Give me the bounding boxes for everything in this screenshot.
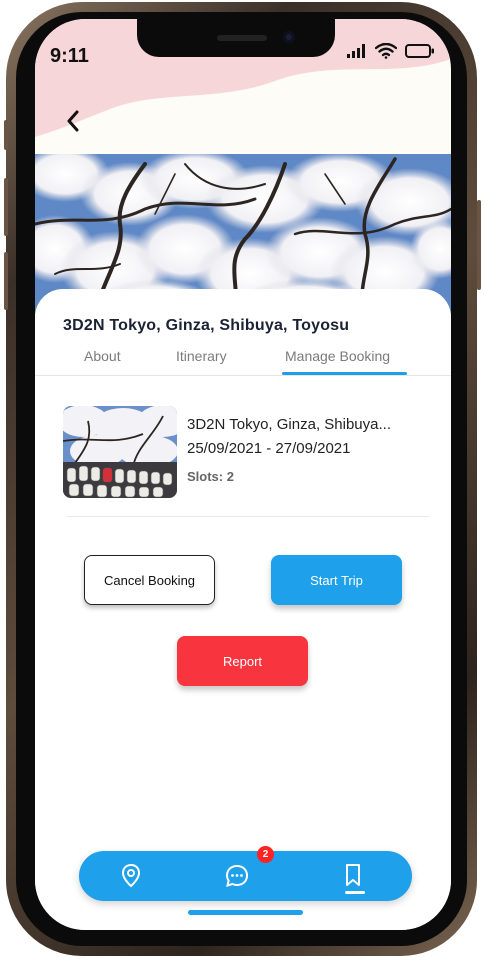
report-button[interactable]: Report	[177, 636, 308, 686]
volume-up-button	[4, 178, 8, 236]
power-button	[477, 200, 481, 290]
booking-thumbnail	[63, 406, 177, 498]
booking-thumbnail-photo	[63, 406, 177, 498]
status-time: 9:11	[50, 45, 89, 67]
tab-divider	[35, 375, 451, 376]
front-camera	[283, 31, 295, 43]
back-chevron-icon[interactable]	[63, 109, 85, 133]
booking-trip-name: 3D2N Tokyo, Ginza, Shibuya...	[187, 416, 391, 433]
tab-manage-booking[interactable]: Manage Booking	[285, 348, 390, 364]
status-icons	[347, 43, 435, 59]
battery-icon	[405, 44, 434, 58]
report-label: Report	[222, 653, 263, 669]
volume-down-button	[4, 252, 8, 310]
screen: 9:11 3D2N Tokyo, Ginza, Shibuya, Toyosu …	[35, 19, 451, 930]
tab-about[interactable]: About	[84, 348, 121, 364]
tab-bar: About Itinerary Manage Booking	[35, 345, 451, 375]
signal-icon	[347, 44, 365, 58]
booking-divider	[67, 516, 429, 517]
cancel-booking-button[interactable]: Cancel Booking	[84, 555, 215, 605]
bookmark-icon	[346, 864, 360, 886]
cancel-booking-label: Cancel Booking	[103, 572, 196, 588]
active-nav-indicator	[345, 891, 365, 894]
trip-title: 3D2N Tokyo, Ginza, Shibuya, Toyosu	[63, 317, 350, 334]
booking-slots: Slots: 2	[187, 469, 234, 484]
tab-itinerary[interactable]: Itinerary	[176, 348, 227, 364]
start-trip-label: Start Trip	[310, 572, 363, 588]
booking-dates: 25/09/2021 - 27/09/2021	[187, 440, 351, 457]
wifi-icon	[375, 43, 397, 59]
nav-location[interactable]	[116, 861, 146, 891]
location-pin-icon	[121, 863, 141, 888]
notch	[137, 19, 335, 57]
nav-chat[interactable]	[222, 861, 252, 891]
speaker	[217, 35, 267, 41]
nav-bookings[interactable]	[338, 861, 368, 891]
content-card	[35, 289, 451, 930]
mute-switch	[4, 120, 8, 150]
chat-bubble-icon	[225, 864, 249, 887]
home-indicator	[188, 910, 303, 915]
chat-notification-badge: 2	[257, 846, 274, 863]
start-trip-button[interactable]: Start Trip	[271, 555, 402, 605]
